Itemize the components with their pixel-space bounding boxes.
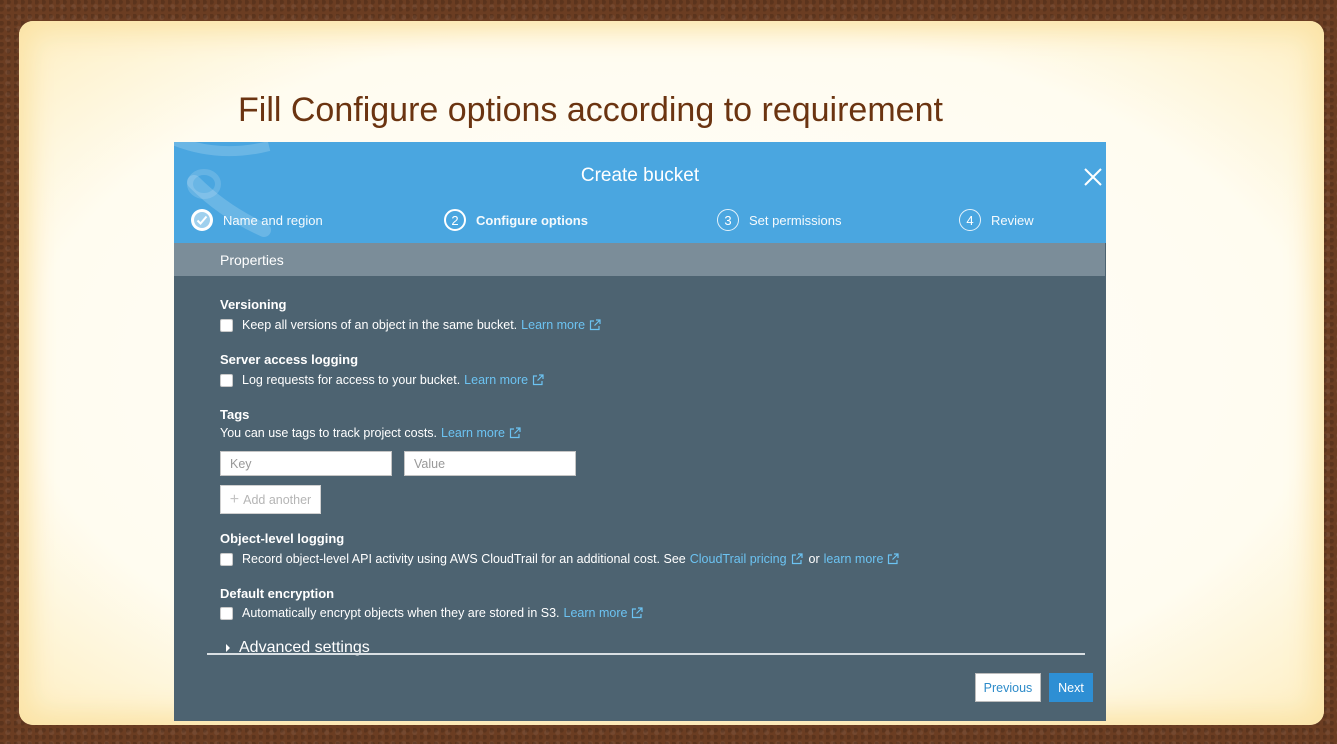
tags-learn-more-link[interactable]: Learn more xyxy=(441,426,505,440)
tag-key-input[interactable] xyxy=(220,451,392,476)
object-level-logging-learn-more-link[interactable]: learn more xyxy=(824,552,884,566)
versioning-learn-more-link[interactable]: Learn more xyxy=(521,318,585,332)
step-label: Set permissions xyxy=(749,212,842,228)
versioning-text: Keep all versions of an object in the sa… xyxy=(242,318,518,332)
step-name-and-region[interactable]: Name and region xyxy=(191,209,323,231)
slide-title: Fill Configure options according to requ… xyxy=(238,91,943,129)
plus-icon: + xyxy=(229,490,240,508)
server-access-logging-learn-more-link[interactable]: Learn more xyxy=(464,373,528,387)
external-link-icon xyxy=(632,607,644,619)
object-level-logging-checkbox[interactable] xyxy=(220,552,233,566)
step-label: Review xyxy=(991,212,1034,228)
step-configure-options[interactable]: 2 Configure options xyxy=(444,209,588,231)
divider xyxy=(207,653,1085,655)
external-link-icon xyxy=(590,319,601,331)
add-another-tag-button[interactable]: + Add another xyxy=(220,485,321,514)
server-access-logging-title: Server access logging xyxy=(220,352,359,367)
or-text: or xyxy=(808,552,820,566)
step-number: 3 xyxy=(717,209,739,231)
dialog-title: Create bucket xyxy=(580,165,700,186)
properties-header: Properties xyxy=(174,243,1105,276)
default-encryption-text: Automatically encrypt objects when they … xyxy=(242,606,560,620)
external-link-icon xyxy=(509,427,521,439)
server-access-logging-text: Log requests for access to your bucket. xyxy=(242,373,461,387)
external-link-icon xyxy=(533,374,544,386)
tags-title: Tags xyxy=(220,407,250,422)
default-encryption-row: Automatically encrypt objects when they … xyxy=(220,606,644,620)
step-review[interactable]: 4 Review xyxy=(959,209,1034,231)
object-level-logging-title: Object-level logging xyxy=(220,531,345,546)
previous-button[interactable]: Previous xyxy=(975,673,1041,702)
default-encryption-learn-more-link[interactable]: Learn more xyxy=(564,606,628,620)
dialog-header: Create bucket Name and region 2 Configur… xyxy=(174,142,1106,243)
step-set-permissions[interactable]: 3 Set permissions xyxy=(717,209,841,231)
versioning-checkbox[interactable] xyxy=(220,318,233,332)
step-label: Name and region xyxy=(223,212,323,228)
tags-text: You can use tags to track project costs. xyxy=(220,426,438,440)
tags-description-row: You can use tags to track project costs.… xyxy=(220,426,521,440)
step-label: Configure options xyxy=(476,212,588,228)
versioning-title: Versioning xyxy=(220,297,287,312)
create-bucket-dialog: Create bucket Name and region 2 Configur… xyxy=(174,142,1106,721)
add-another-label: Add another xyxy=(243,492,312,507)
cloudtrail-pricing-link[interactable]: CloudTrail pricing xyxy=(690,552,787,566)
external-link-icon xyxy=(791,553,803,565)
step-number: 4 xyxy=(959,209,981,231)
object-level-logging-text: Record object-level API activity using A… xyxy=(242,552,686,566)
close-icon[interactable] xyxy=(1082,166,1104,188)
server-access-logging-checkbox[interactable] xyxy=(220,373,233,387)
wizard-steps: Name and region 2 Configure options 3 Se… xyxy=(174,209,1106,233)
step-number: 2 xyxy=(444,209,466,231)
tag-value-input[interactable] xyxy=(404,451,576,476)
check-circle-icon xyxy=(191,209,213,231)
external-link-icon xyxy=(888,553,900,565)
next-button[interactable]: Next xyxy=(1049,673,1093,702)
object-level-logging-row: Record object-level API activity using A… xyxy=(220,552,900,566)
versioning-row: Keep all versions of an object in the sa… xyxy=(220,318,601,332)
default-encryption-checkbox[interactable] xyxy=(220,606,233,620)
default-encryption-title: Default encryption xyxy=(220,586,335,601)
caret-right-icon xyxy=(226,644,230,652)
server-access-logging-row: Log requests for access to your bucket. … xyxy=(220,373,544,387)
